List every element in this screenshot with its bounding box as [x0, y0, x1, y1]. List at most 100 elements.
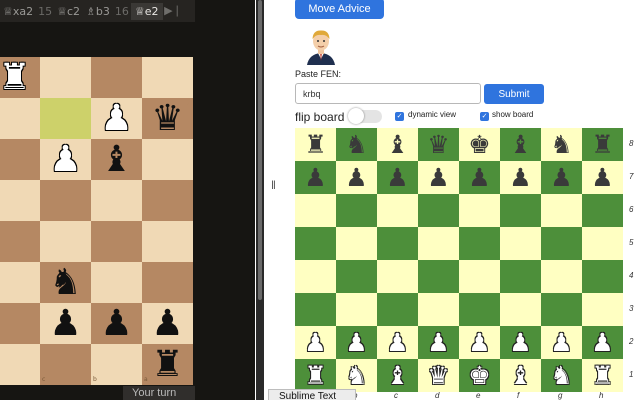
black-rook-icon[interactable]: ♜	[582, 128, 623, 161]
move-advice-button[interactable]: Move Advice	[295, 0, 384, 19]
black-rook-icon[interactable]: ♜	[142, 344, 193, 385]
fen-input[interactable]	[295, 83, 481, 104]
white-pawn-icon[interactable]: ♟	[459, 326, 500, 359]
white-pawn-icon[interactable]: ♟	[500, 326, 541, 359]
black-pawn-icon[interactable]: ♟	[418, 161, 459, 194]
board-square[interactable]	[295, 194, 336, 227]
board-square[interactable]	[500, 293, 541, 326]
pane-splitter[interactable]	[268, 0, 274, 400]
board-square[interactable]	[40, 180, 91, 221]
white-rook-icon[interactable]: ♜	[0, 57, 40, 98]
board-square[interactable]	[418, 194, 459, 227]
black-knight-icon[interactable]: ♞	[336, 128, 377, 161]
board-square[interactable]	[40, 57, 91, 98]
black-pawn-icon[interactable]: ♟	[541, 161, 582, 194]
board-square[interactable]	[336, 194, 377, 227]
scrollbar-thumb[interactable]	[258, 0, 262, 300]
board-square[interactable]	[91, 221, 142, 262]
white-knight-icon[interactable]: ♞	[336, 359, 377, 392]
board-square[interactable]	[377, 194, 418, 227]
board-square[interactable]	[91, 57, 142, 98]
white-pawn-icon[interactable]: ♟	[91, 98, 142, 139]
black-bishop-icon[interactable]: ♝	[91, 139, 142, 180]
black-pawn-icon[interactable]: ♟	[336, 161, 377, 194]
board-square[interactable]	[91, 262, 142, 303]
dynamic-view-checkbox[interactable]: ✓	[395, 112, 404, 121]
board-square[interactable]	[377, 293, 418, 326]
board-square[interactable]	[377, 227, 418, 260]
black-pawn-icon[interactable]: ♟	[500, 161, 541, 194]
board-square[interactable]	[0, 303, 40, 344]
white-pawn-icon[interactable]: ♟	[336, 326, 377, 359]
board-square[interactable]	[500, 227, 541, 260]
white-knight-icon[interactable]: ♞	[541, 359, 582, 392]
flip-board-toggle-knob[interactable]	[348, 108, 364, 124]
board-square[interactable]	[336, 293, 377, 326]
white-rook-icon[interactable]: ♜	[582, 359, 623, 392]
board-square[interactable]	[336, 227, 377, 260]
board-square[interactable]	[91, 344, 142, 385]
board-square[interactable]	[541, 260, 582, 293]
black-pawn-icon[interactable]: ♟	[582, 161, 623, 194]
black-king-icon[interactable]: ♚	[459, 128, 500, 161]
white-pawn-icon[interactable]: ♟	[582, 326, 623, 359]
board-square[interactable]	[0, 139, 40, 180]
board-square[interactable]	[0, 98, 40, 139]
black-pawn-icon[interactable]: ♟	[377, 161, 418, 194]
board-square[interactable]	[0, 221, 40, 262]
white-pawn-icon[interactable]: ♟	[377, 326, 418, 359]
board-square[interactable]	[582, 260, 623, 293]
white-king-icon[interactable]: ♚	[459, 359, 500, 392]
advice-chessboard[interactable]: ♜ ♞ ♝ ♛ ♚ ♝ ♞ ♜ ♟ ♟ ♟ ♟ ♟ ♟ ♟ ♟ ♟ ♟ ♟ ♟ ♟ ♟ ♟ ♟ ♜ ♞ ♝ ♛ ♚ ♝ ♞ ♜	[295, 128, 623, 392]
board-square[interactable]	[418, 293, 459, 326]
board-square[interactable]	[500, 194, 541, 227]
black-pawn-icon[interactable]: ♟	[142, 303, 193, 344]
move-item[interactable]: ♕c2	[54, 5, 83, 18]
board-square[interactable]	[0, 180, 40, 221]
board-square[interactable]	[582, 194, 623, 227]
black-bishop-icon[interactable]: ♝	[377, 128, 418, 161]
board-square[interactable]	[541, 227, 582, 260]
white-pawn-icon[interactable]: ♟	[541, 326, 582, 359]
black-rook-icon[interactable]: ♜	[295, 128, 336, 161]
black-knight-icon[interactable]: ♞	[541, 128, 582, 161]
board-square[interactable]	[459, 227, 500, 260]
board-square[interactable]	[418, 260, 459, 293]
white-rook-icon[interactable]: ♜	[295, 359, 336, 392]
board-square[interactable]	[500, 260, 541, 293]
white-pawn-icon[interactable]: ♟	[418, 326, 459, 359]
board-square[interactable]	[459, 194, 500, 227]
submit-button[interactable]: Submit	[484, 84, 544, 104]
board-square[interactable]	[40, 98, 91, 139]
white-bishop-icon[interactable]: ♝	[377, 359, 418, 392]
board-square[interactable]	[40, 221, 91, 262]
black-queen-icon[interactable]: ♛	[418, 128, 459, 161]
game-chessboard[interactable]: 1 2 3 4 5 6 7 8 c b a ♜ ♟ ♛ ♟ ♝ ♞ ♟ ♟ ♟ ♜	[0, 57, 193, 385]
black-pawn-icon[interactable]: ♟	[40, 303, 91, 344]
board-square[interactable]	[582, 227, 623, 260]
board-square[interactable]	[459, 260, 500, 293]
board-square[interactable]	[0, 262, 40, 303]
board-square[interactable]	[295, 293, 336, 326]
skip-to-end-icon[interactable]: ▶❘	[162, 0, 184, 22]
board-square[interactable]	[582, 293, 623, 326]
black-queen-icon[interactable]: ♛	[142, 98, 193, 139]
black-pawn-icon[interactable]: ♟	[91, 303, 142, 344]
board-square[interactable]	[0, 344, 40, 385]
board-square[interactable]	[40, 344, 91, 385]
board-square[interactable]	[418, 227, 459, 260]
board-square[interactable]	[541, 194, 582, 227]
move-item[interactable]: ♗b3	[83, 5, 113, 18]
white-bishop-icon[interactable]: ♝	[500, 359, 541, 392]
black-knight-icon[interactable]: ♞	[40, 262, 91, 303]
white-queen-icon[interactable]: ♛	[418, 359, 459, 392]
black-bishop-icon[interactable]: ♝	[500, 128, 541, 161]
black-pawn-icon[interactable]: ♟	[295, 161, 336, 194]
board-square[interactable]	[459, 293, 500, 326]
black-pawn-icon[interactable]: ♟	[459, 161, 500, 194]
white-pawn-icon[interactable]: ♟	[40, 139, 91, 180]
white-pawn-icon[interactable]: ♟	[295, 326, 336, 359]
move-item[interactable]: ♕e2	[130, 2, 163, 20]
board-square[interactable]	[295, 260, 336, 293]
board-square[interactable]	[336, 260, 377, 293]
